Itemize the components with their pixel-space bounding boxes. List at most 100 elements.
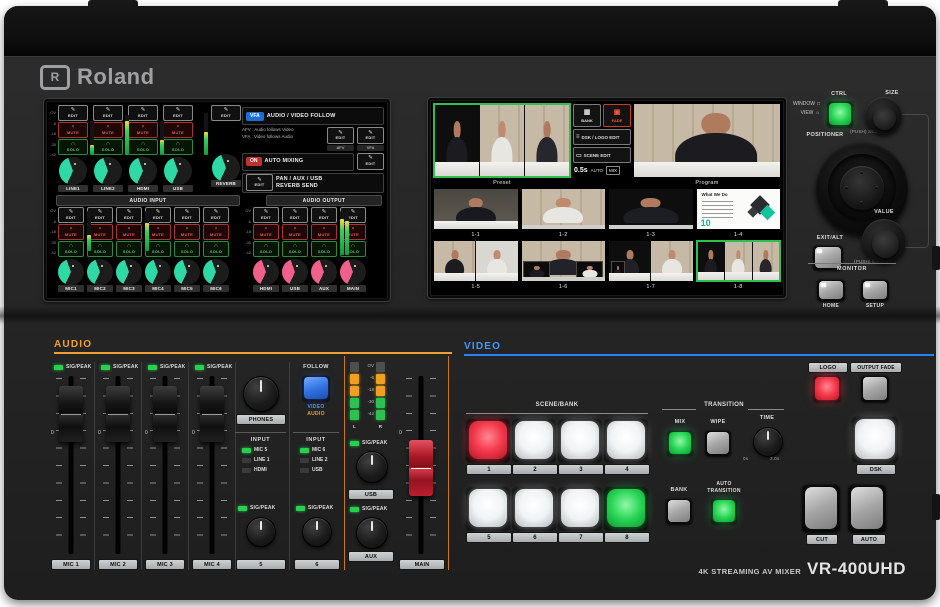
mute-button[interactable]: ×MUTE [58, 224, 84, 240]
edit-button[interactable]: ✎EDIT [116, 207, 142, 223]
input-thumbnail[interactable]: 1-8 [696, 240, 782, 291]
scene-button-5[interactable] [466, 486, 510, 530]
solo-button[interactable]: ∩SOLO [163, 139, 193, 155]
preset-cell[interactable]: Preset [433, 103, 571, 187]
level-knob[interactable] [343, 262, 363, 282]
level-knob[interactable] [314, 262, 334, 282]
scene-button-1[interactable] [466, 418, 510, 462]
input-option[interactable]: HDMI [235, 467, 286, 473]
home-button[interactable] [817, 279, 845, 301]
edit-button[interactable]: ✎EDIT [282, 207, 308, 223]
edit-button[interactable]: ✎EDIT [163, 105, 193, 121]
mix-button[interactable] [667, 430, 693, 456]
input-option[interactable]: LINE 1 [235, 457, 286, 463]
side-knob[interactable] [932, 494, 940, 520]
scene-button-3[interactable] [558, 418, 602, 462]
time-knob[interactable] [753, 427, 783, 457]
auto-button[interactable] [848, 484, 886, 532]
mute-button[interactable]: ×MUTE [58, 122, 88, 138]
phones-knob[interactable] [243, 376, 279, 412]
input-thumbnail[interactable]: 1-7 [608, 240, 694, 291]
output-fade-button[interactable] [861, 375, 889, 402]
fader-handle[interactable] [106, 386, 130, 442]
input-option[interactable]: MIC 6 [293, 447, 339, 453]
level-knob[interactable] [206, 262, 226, 282]
edit-button[interactable]: ✎EDIT [58, 105, 88, 121]
scene-button-2[interactable] [512, 418, 556, 462]
mute-button[interactable]: ×MUTE [93, 122, 123, 138]
edit-button[interactable]: ✎EDIT [128, 105, 158, 121]
channel5-level-knob[interactable] [246, 517, 276, 547]
level-knob[interactable] [167, 160, 189, 182]
auto-mixing-edit-button[interactable]: ✎EDIT [357, 153, 384, 170]
solo-button[interactable]: ∩SOLO [116, 241, 142, 257]
program-video[interactable] [633, 103, 781, 178]
wipe-button[interactable] [705, 430, 731, 456]
edit-button[interactable]: ✎EDIT [203, 207, 229, 223]
auto-transition-button[interactable] [711, 498, 737, 524]
program-cell[interactable]: Program [633, 103, 781, 187]
dsk-button[interactable] [852, 416, 898, 462]
edit-button[interactable]: ✎EDIT [253, 207, 279, 223]
usb-level-knob[interactable] [356, 451, 388, 483]
vfa-edit-button[interactable]: ✎EDIT [357, 127, 384, 144]
solo-button[interactable]: ∩SOLO [58, 139, 88, 155]
setup-button[interactable] [861, 279, 889, 301]
mix-mode-chip[interactable]: MIX [606, 166, 620, 175]
level-knob[interactable] [148, 262, 168, 282]
mute-button[interactable]: ×MUTE [174, 224, 200, 240]
reverb-knob[interactable] [215, 157, 237, 179]
mute-button[interactable]: ×MUTE [282, 224, 308, 240]
dsk-logo-edit-button[interactable]: ≡DSK / LOGO EDIT [573, 129, 631, 145]
preset-video[interactable] [433, 103, 571, 178]
follow-button[interactable] [302, 375, 330, 401]
input-thumbnail[interactable]: 1-2 [521, 188, 607, 239]
aux-level-knob[interactable] [356, 517, 388, 549]
afv-edit-button[interactable]: ✎EDIT [327, 127, 354, 144]
input-option[interactable]: LINE 2 [293, 457, 339, 463]
auto-mixing-toggle[interactable]: ON AUTO MIXING [242, 153, 354, 171]
pan-edit-button[interactable]: ✎EDIT [246, 174, 273, 191]
mute-button[interactable]: ×MUTE [203, 224, 229, 240]
bank-button[interactable]: ▦BANK [573, 104, 601, 127]
value-knob[interactable] [862, 219, 906, 263]
side-knob[interactable] [932, 246, 940, 270]
cut-button[interactable] [802, 484, 840, 532]
solo-button[interactable]: ∩SOLO [203, 241, 229, 257]
pan-aux-usb-row[interactable]: ✎EDIT PAN / AUX / USBREVERB SEND [242, 173, 384, 193]
level-knob[interactable] [132, 160, 154, 182]
audio-video-follow-row[interactable]: VFA AUDIO / VIDEO FOLLOW [242, 107, 384, 125]
ctrl-button[interactable] [827, 101, 853, 127]
solo-button[interactable]: ∩SOLO [282, 241, 308, 257]
size-knob[interactable] [865, 97, 902, 134]
scene-button-8[interactable] [604, 486, 648, 530]
fader-handle[interactable] [59, 386, 83, 442]
scene-edit-button[interactable]: ▭SCENE EDIT [573, 147, 631, 163]
level-knob[interactable] [119, 262, 139, 282]
level-knob[interactable] [177, 262, 197, 282]
edit-button[interactable]: ✎EDIT [311, 207, 337, 223]
solo-button[interactable]: ∩SOLO [128, 139, 158, 155]
level-knob[interactable] [97, 160, 119, 182]
edit-button[interactable]: ✎EDIT [58, 207, 84, 223]
fader-handle[interactable] [153, 386, 177, 442]
mute-button[interactable]: ×MUTE [163, 122, 193, 138]
solo-button[interactable]: ∩SOLO [253, 241, 279, 257]
input-option[interactable]: USB [293, 467, 339, 473]
input-thumbnail[interactable]: 1-5 [433, 240, 519, 291]
audio-touchscreen[interactable]: OV -6 -18 -30 -42 ✎EDIT ×MUTE ∩SOLO LINE… [44, 99, 390, 301]
edit-button[interactable]: ✎EDIT [93, 105, 123, 121]
edit-button[interactable]: ✎EDIT [174, 207, 200, 223]
mute-button[interactable]: ×MUTE [311, 224, 337, 240]
level-knob[interactable] [62, 160, 84, 182]
edit-button[interactable]: ✎EDIT [211, 105, 241, 121]
solo-button[interactable]: ∩SOLO [174, 241, 200, 257]
solo-button[interactable]: ∩SOLO [311, 241, 337, 257]
scene-button-4[interactable] [604, 418, 648, 462]
level-knob[interactable] [61, 262, 81, 282]
input-option[interactable]: MIC 5 [235, 447, 286, 453]
main-fader-handle[interactable] [409, 440, 433, 496]
level-knob[interactable] [90, 262, 110, 282]
positioner-joystick[interactable] [816, 142, 908, 234]
solo-button[interactable]: ∩SOLO [93, 139, 123, 155]
